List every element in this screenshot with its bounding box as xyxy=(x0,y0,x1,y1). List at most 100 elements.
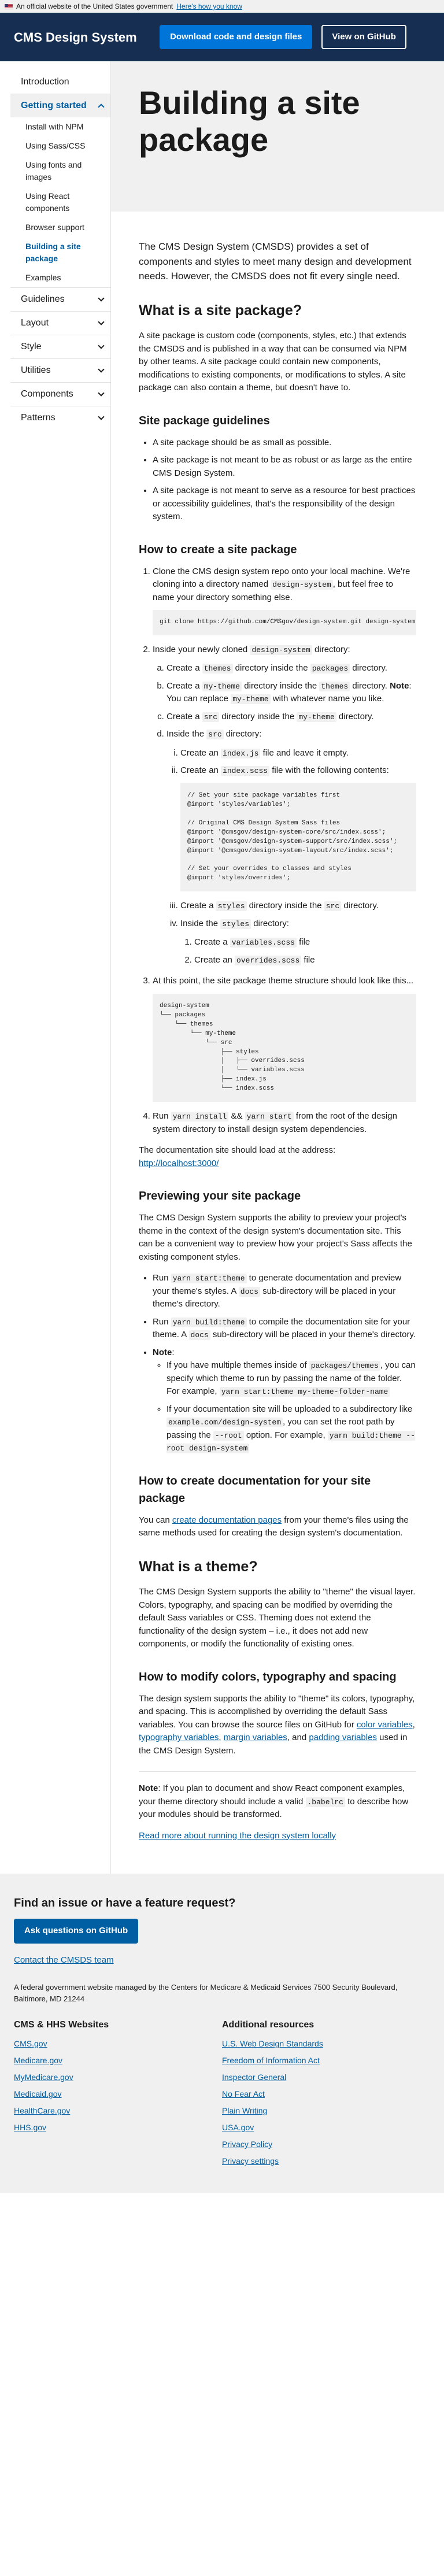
code-block: // Set your site package variables first… xyxy=(180,783,416,892)
list-item: Create a themes directory inside the pac… xyxy=(166,662,416,675)
sidebar-item-guidelines[interactable]: Guidelines xyxy=(10,287,110,311)
sidebar-item-getting-started[interactable]: Getting started xyxy=(10,94,110,117)
footer-link[interactable]: U.S. Web Design Standards xyxy=(222,2038,430,2050)
heading-what-is-site-package: What is a site package? xyxy=(139,302,302,319)
steps-list: Clone the CMS design system repo onto yo… xyxy=(139,565,416,1137)
preview-list: Run yarn start:theme to generate documen… xyxy=(139,1272,416,1455)
sidebar-item-label: Utilities xyxy=(21,365,51,375)
footer-link[interactable]: MyMedicare.gov xyxy=(14,2071,222,2083)
heading-what-is-theme: What is a theme? xyxy=(139,1558,258,1575)
footer-link[interactable]: Medicare.gov xyxy=(14,2055,222,2067)
list-item: Create an index.scss file with the follo… xyxy=(180,764,416,892)
sidebar-item-label: Getting started xyxy=(21,101,87,110)
ask-github-button[interactable]: Ask questions on GitHub xyxy=(14,1919,139,1944)
create-docs-link[interactable]: create documentation pages xyxy=(172,1515,282,1525)
us-flag-icon xyxy=(5,3,13,9)
list-item: If your documentation site will be uploa… xyxy=(166,1403,416,1455)
page-hero: Building a site package xyxy=(111,61,444,212)
footer-column-cms: CMS & HHS Websites CMS.gov Medicare.gov … xyxy=(14,2018,222,2172)
heading-previewing: Previewing your site package xyxy=(139,1190,301,1203)
chevron-down-icon xyxy=(98,390,105,397)
read-more-link[interactable]: Read more about running the design syste… xyxy=(139,1831,336,1841)
list-item: Clone the CMS design system repo onto yo… xyxy=(153,565,416,635)
list-item: Inside the src directory: Create an inde… xyxy=(166,728,416,967)
page-title: Building a site package xyxy=(139,84,360,158)
list-item: Create a src directory inside the my-the… xyxy=(166,710,416,724)
footer-column-resources: Additional resources U.S. Web Design Sta… xyxy=(222,2018,430,2172)
footer-link[interactable]: No Fear Act xyxy=(222,2088,430,2100)
site-header: CMS Design System Download code and desi… xyxy=(0,13,444,61)
download-button[interactable]: Download code and design files xyxy=(160,24,313,50)
paragraph: The CMS Design System supports the abili… xyxy=(139,1213,412,1262)
list-item: Run yarn install && yarn start from the … xyxy=(153,1110,416,1136)
footer-link[interactable]: HHS.gov xyxy=(14,2122,222,2134)
sidebar-item-label: Guidelines xyxy=(21,294,65,304)
chevron-down-icon xyxy=(98,319,105,325)
lead-paragraph: The CMS Design System (CMSDS) provides a… xyxy=(139,241,412,282)
footer-link[interactable]: Inspector General xyxy=(222,2071,430,2083)
sidebar-item-label: Patterns xyxy=(21,413,56,423)
list-item: Create a variables.scss file xyxy=(194,936,416,949)
list-item: A site package should be as small as pos… xyxy=(153,436,416,450)
sidebar-subitem[interactable]: Browser support xyxy=(10,218,110,237)
note-paragraph: Note: If you plan to document and show R… xyxy=(139,1771,416,1822)
localhost-link[interactable]: http://localhost:3000/ xyxy=(139,1159,219,1168)
sidebar-subitem[interactable]: Using Sass/CSS xyxy=(10,136,110,156)
code-block: design-system └── packages └── themes └─… xyxy=(153,993,416,1102)
contact-link[interactable]: Contact the CMSDS team xyxy=(14,1954,430,1967)
footer-link[interactable]: Privacy settings xyxy=(222,2155,430,2167)
paragraph: The documentation site should load at th… xyxy=(139,1145,336,1168)
heres-how-you-know-link[interactable]: Here's how you know xyxy=(176,1,242,12)
chevron-down-icon xyxy=(98,295,105,302)
sidebar-subitem[interactable]: Install with NPM xyxy=(10,117,110,136)
padding-variables-link[interactable]: padding variables xyxy=(309,1733,377,1742)
footer-link[interactable]: CMS.gov xyxy=(14,2038,222,2050)
list-item: A site package is not meant to serve as … xyxy=(153,484,416,524)
paragraph: The CMS Design System supports the abili… xyxy=(139,1587,416,1649)
site-logo[interactable]: CMS Design System xyxy=(14,28,160,47)
gov-banner: An official website of the United States… xyxy=(0,0,444,13)
list-item: Create an index.js file and leave it emp… xyxy=(180,747,416,760)
gov-banner-text: An official website of the United States… xyxy=(16,2,173,10)
footer-column-heading: Additional resources xyxy=(222,2020,314,2030)
chevron-up-icon xyxy=(98,103,105,110)
sidebar-subitem-current[interactable]: Building a site package xyxy=(10,237,110,268)
list-item: Note: If you have multiple themes inside… xyxy=(153,1346,416,1455)
guidelines-list: A site package should be as small as pos… xyxy=(139,436,416,524)
paragraph: Read more about running the design syste… xyxy=(139,1830,416,1843)
heading-create-docs: How to create documentation for your sit… xyxy=(139,1474,371,1505)
paragraph: You can create documentation pages from … xyxy=(139,1515,409,1538)
site-footer: Find an issue or have a feature request?… xyxy=(0,1874,444,2193)
sidebar-item-label: Components xyxy=(21,389,73,399)
sidebar-subitem[interactable]: Using React components xyxy=(10,187,110,218)
paragraph: A site package is custom code (component… xyxy=(139,331,407,393)
sidebar-item-label: Style xyxy=(21,342,42,351)
sidebar-subitem[interactable]: Using fonts and images xyxy=(10,156,110,187)
sidebar-item-introduction[interactable]: Introduction xyxy=(10,71,110,94)
github-button[interactable]: View on GitHub xyxy=(321,24,406,50)
sidebar-subitem[interactable]: Examples xyxy=(10,268,110,287)
list-item: Create a styles directory inside the src… xyxy=(180,900,416,913)
sidebar-item-utilities[interactable]: Utilities xyxy=(10,358,110,382)
sidebar-item-layout[interactable]: Layout xyxy=(10,311,110,335)
sidebar-item-label: Introduction xyxy=(21,77,69,87)
heading-modify: How to modify colors, typography and spa… xyxy=(139,1670,397,1683)
footer-link[interactable]: HealthCare.gov xyxy=(14,2105,222,2117)
footer-link[interactable]: Medicaid.gov xyxy=(14,2088,222,2100)
list-item: Create a my-theme directory inside the t… xyxy=(166,680,416,706)
typography-variables-link[interactable]: typography variables xyxy=(139,1733,219,1742)
sidebar-item-patterns[interactable]: Patterns xyxy=(10,406,110,430)
footer-link[interactable]: Privacy Policy xyxy=(222,2138,430,2151)
margin-variables-link[interactable]: margin variables xyxy=(224,1733,287,1742)
list-item: Create an overrides.scss file xyxy=(194,954,416,967)
sidebar-item-label: Layout xyxy=(21,318,49,328)
footer-link[interactable]: Plain Writing xyxy=(222,2105,430,2117)
footer-link[interactable]: USA.gov xyxy=(222,2122,430,2134)
paragraph: The design system supports the ability t… xyxy=(139,1693,415,1756)
sidebar-item-style[interactable]: Style xyxy=(10,335,110,358)
sidebar-item-components[interactable]: Components xyxy=(10,382,110,406)
footer-link[interactable]: Freedom of Information Act xyxy=(222,2055,430,2067)
color-variables-link[interactable]: color variables xyxy=(357,1720,413,1730)
heading-guidelines: Site package guidelines xyxy=(139,414,270,427)
heading-how-to-create: How to create a site package xyxy=(139,543,297,556)
